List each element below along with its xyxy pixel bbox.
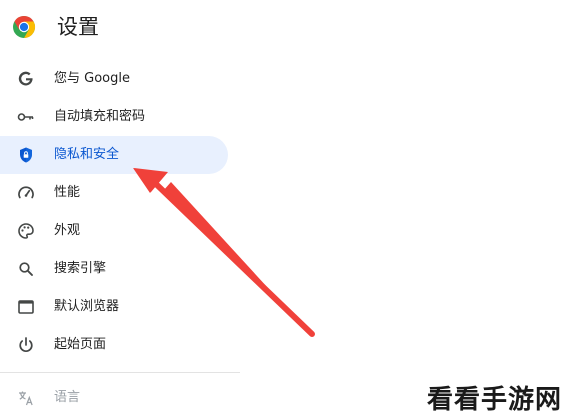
speedometer-icon	[17, 184, 35, 202]
power-icon	[17, 336, 35, 354]
translate-icon	[17, 389, 35, 407]
watermark-text: 看看手游网	[426, 385, 562, 415]
palette-icon	[17, 222, 35, 240]
sidebar-item-label: 默认浏览器	[54, 299, 120, 314]
sidebar-item-search-engine[interactable]: 搜索引擎	[0, 250, 228, 288]
sidebar-item-on-startup[interactable]: 起始页面	[0, 326, 228, 364]
shield-icon	[17, 146, 35, 164]
sidebar-item-autofill[interactable]: 自动填充和密码	[0, 98, 228, 136]
key-icon	[17, 108, 35, 126]
google-g-icon	[17, 70, 35, 88]
settings-header: 设置	[0, 0, 572, 58]
settings-sidebar: 您与 Google 自动填充和密码 隐私和安全 性能 外观 搜索引擎 默认浏览器…	[0, 60, 240, 417]
page-title: 设置	[57, 15, 99, 39]
sidebar-item-label: 起始页面	[54, 337, 107, 352]
browser-window-icon	[17, 298, 35, 316]
sidebar-item-label: 语言	[54, 390, 81, 405]
sidebar-item-label: 自动填充和密码	[54, 109, 146, 124]
sidebar-divider	[0, 372, 240, 373]
chrome-logo-icon	[13, 15, 36, 38]
sidebar-item-performance[interactable]: 性能	[0, 174, 228, 212]
sidebar-item-default-browser[interactable]: 默认浏览器	[0, 288, 228, 326]
sidebar-item-appearance[interactable]: 外观	[0, 212, 228, 250]
sidebar-item-label: 隐私和安全	[54, 147, 120, 162]
sidebar-item-label: 性能	[54, 185, 81, 200]
search-icon	[17, 260, 35, 278]
sidebar-item-label: 您与 Google	[54, 71, 130, 86]
sidebar-item-label: 外观	[54, 223, 81, 238]
sidebar-item-you-and-google[interactable]: 您与 Google	[0, 60, 228, 98]
sidebar-item-languages[interactable]: 语言	[0, 379, 228, 417]
sidebar-item-label: 搜索引擎	[54, 261, 107, 276]
sidebar-item-privacy-security[interactable]: 隐私和安全	[0, 136, 228, 174]
